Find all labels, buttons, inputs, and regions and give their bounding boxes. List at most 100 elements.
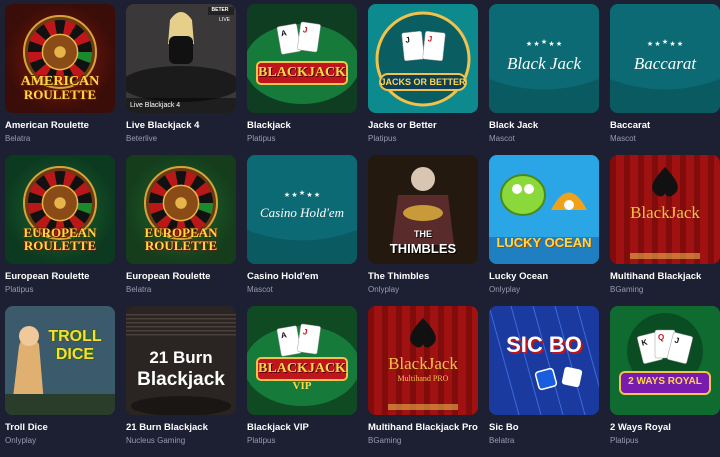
game-card-black-jack[interactable]: ★ ★ ★ ★ ★ Black Jack Black Jack Mascot <box>489 4 599 155</box>
game-thumbnail[interactable]: BlackJack Multihand PRO <box>368 306 478 415</box>
game-card-european-roulette[interactable]: EUROPEAN ROULETTE European Roulette Platipu… <box>5 155 115 306</box>
game-logo-text: BlackJack <box>388 354 458 373</box>
svg-text:J: J <box>405 35 410 44</box>
game-logo-text: 2 WAYS ROYAL <box>628 376 702 387</box>
game-title[interactable]: European Roulette <box>5 271 115 282</box>
game-provider: Beterlive <box>126 134 158 143</box>
game-thumbnail[interactable]: J J JACKS OR BETTER <box>368 4 478 113</box>
game-thumbnail[interactable]: A J BLACKJACK <box>247 4 357 113</box>
game-artwork: JJ <box>368 4 478 113</box>
game-title[interactable]: Multihand Blackjack Pro <box>368 422 478 433</box>
game-provider: Platipus <box>5 285 34 294</box>
game-logo-text: JACKS OR BETTER <box>380 77 466 87</box>
game-card-blackjack-vip[interactable]: A J BLACKJACK VIP Blackjack VIP Platipus <box>247 306 357 457</box>
game-title[interactable]: 21 Burn Blackjack <box>126 422 236 433</box>
game-title[interactable]: Sic Bo <box>489 422 599 433</box>
game-card-troll-dice[interactable]: TROLL DICE Troll Dice Onlyplay <box>5 306 115 457</box>
game-card-21-burn-blackjack[interactable]: 21 Burn Blackjack 21 Burn Blackjack Nucleus… <box>126 306 236 457</box>
game-logo-text: BLACKJACK <box>258 65 346 80</box>
game-provider: Mascot <box>610 134 636 143</box>
game-title[interactable]: European Roulette <box>126 271 236 282</box>
svg-text:★: ★ <box>556 40 562 48</box>
game-title[interactable]: Black Jack <box>489 120 599 131</box>
svg-text:★: ★ <box>299 189 305 197</box>
game-card-multihand-blackjack[interactable]: BlackJack Multihand Blackjack BGaming <box>610 155 720 306</box>
game-card-2-ways-royal[interactable]: KQJ2 WAYS ROYAL 2 Ways Royal Platipus <box>610 306 720 457</box>
game-title[interactable]: Baccarat <box>610 120 720 131</box>
game-card-multihand-blackjack-pro[interactable]: BlackJack Multihand PRO Multihand Blackjac… <box>368 306 478 457</box>
game-provider: Belatra <box>5 134 31 143</box>
game-logo-text: Blackjack <box>137 369 225 390</box>
game-title[interactable]: Jacks or Better <box>368 120 478 131</box>
game-card-american-roulette[interactable]: AMERICAN ROULETTE American Roulette Belatra <box>5 4 115 155</box>
game-thumbnail[interactable]: BlackJack <box>610 155 720 264</box>
game-provider: Onlyplay <box>368 285 400 294</box>
svg-text:★: ★ <box>533 40 539 48</box>
game-thumbnail[interactable]: KQJ2 WAYS ROYAL <box>610 306 720 415</box>
game-logo-text: DICE <box>55 346 95 363</box>
svg-text:★: ★ <box>669 40 675 48</box>
game-thumbnail[interactable]: A J BLACKJACK VIP <box>247 306 357 415</box>
game-thumbnail[interactable]: ★ ★ ★ ★ ★ Casino Hold'em <box>247 155 357 264</box>
game-thumbnail[interactable]: 21 Burn Blackjack <box>126 306 236 415</box>
game-thumbnail[interactable]: AMERICAN ROULETTE <box>5 4 115 113</box>
game-provider: Mascot <box>489 134 515 143</box>
table-name-badge: Live Blackjack 4 <box>130 102 181 109</box>
game-title[interactable]: Troll Dice <box>5 422 115 433</box>
game-provider: Onlyplay <box>489 285 521 294</box>
game-thumbnail[interactable]: ★ ★ ★ ★ ★ Baccarat <box>610 4 720 113</box>
svg-text:★: ★ <box>541 38 547 46</box>
game-title[interactable]: The Thimbles <box>368 271 478 282</box>
game-title[interactable]: Lucky Ocean <box>489 271 599 282</box>
game-logo-text: VIP <box>292 380 312 392</box>
game-title[interactable]: Casino Hold'em <box>247 271 357 282</box>
game-card-jacks-or-better[interactable]: J J JACKS OR BETTER Jacks or Better Platipus <box>368 4 478 155</box>
game-logo-text: SIC BO <box>506 332 582 357</box>
game-thumbnail[interactable]: ★ ★ ★ ★ ★ Black Jack <box>489 4 599 113</box>
game-thumbnail[interactable]: TROLL DICE <box>5 306 115 415</box>
game-provider: BGaming <box>368 436 402 445</box>
game-logo-text: 21 Burn <box>149 348 213 367</box>
game-card-lucky-ocean[interactable]: LUCKY OCEAN Lucky Ocean Onlyplay <box>489 155 599 306</box>
svg-text:J: J <box>427 34 432 43</box>
svg-text:★: ★ <box>291 191 297 199</box>
game-title[interactable]: Multihand Blackjack <box>610 271 720 282</box>
game-title[interactable]: American Roulette <box>5 120 115 131</box>
svg-text:Q: Q <box>658 333 664 342</box>
game-thumbnail[interactable]: THE THIMBLES <box>368 155 478 264</box>
game-provider: Platipus <box>368 134 397 143</box>
live-badge: LIVE <box>219 17 230 23</box>
svg-text:★: ★ <box>306 191 312 199</box>
game-card-live-blackjack-4[interactable]: BETER LIVE Live Blackjack 4 Live Blackjack … <box>126 4 236 155</box>
game-card-the-thimbles[interactable]: THE THIMBLES The Thimbles Onlyplay <box>368 155 478 306</box>
game-title[interactable]: Live Blackjack 4 <box>126 120 236 131</box>
svg-text:★: ★ <box>314 191 320 199</box>
game-artwork: AJ <box>247 4 357 113</box>
games-grid: AMERICAN ROULETTE American Roulette Belatra… <box>5 4 720 457</box>
game-card-sic-bo[interactable]: SIC BO Sic Bo Belatra <box>489 306 599 457</box>
game-artwork <box>489 306 599 415</box>
game-card-blackjack[interactable]: A J BLACKJACK Blackjack Platipus <box>247 4 357 155</box>
game-card-baccarat[interactable]: ★ ★ ★ ★ ★ Baccarat Baccarat Mascot <box>610 4 720 155</box>
svg-text:★: ★ <box>677 40 683 48</box>
game-thumbnail[interactable]: SIC BO <box>489 306 599 415</box>
svg-text:★: ★ <box>662 38 668 46</box>
game-thumbnail[interactable]: EUROPEAN ROULETTE <box>5 155 115 264</box>
game-card-casino-hold-em[interactable]: ★ ★ ★ ★ ★ Casino Hold'em Casino Hold'em Mascot <box>247 155 357 306</box>
game-provider: Belatra <box>489 436 515 445</box>
game-title[interactable]: Blackjack VIP <box>247 422 357 433</box>
game-logo-text: ROULETTE <box>23 238 97 253</box>
game-title[interactable]: 2 Ways Royal <box>610 422 720 433</box>
game-provider: Belatra <box>126 285 152 294</box>
game-title[interactable]: Blackjack <box>247 120 357 131</box>
game-thumbnail[interactable]: LUCKY OCEAN <box>489 155 599 264</box>
game-artwork: KQ J <box>610 306 720 415</box>
game-provider: Platipus <box>610 436 639 445</box>
game-thumbnail[interactable]: EUROPEAN ROULETTE <box>126 155 236 264</box>
svg-text:★: ★ <box>548 40 554 48</box>
game-card-european-roulette[interactable]: EUROPEAN ROULETTE European Roulette Belatra <box>126 155 236 306</box>
game-thumbnail[interactable]: BETER LIVE Live Blackjack 4 <box>126 4 236 113</box>
game-provider: Nucleus Gaming <box>126 436 186 445</box>
game-provider: Platipus <box>247 436 276 445</box>
game-logo-text: TROLL <box>48 328 102 345</box>
